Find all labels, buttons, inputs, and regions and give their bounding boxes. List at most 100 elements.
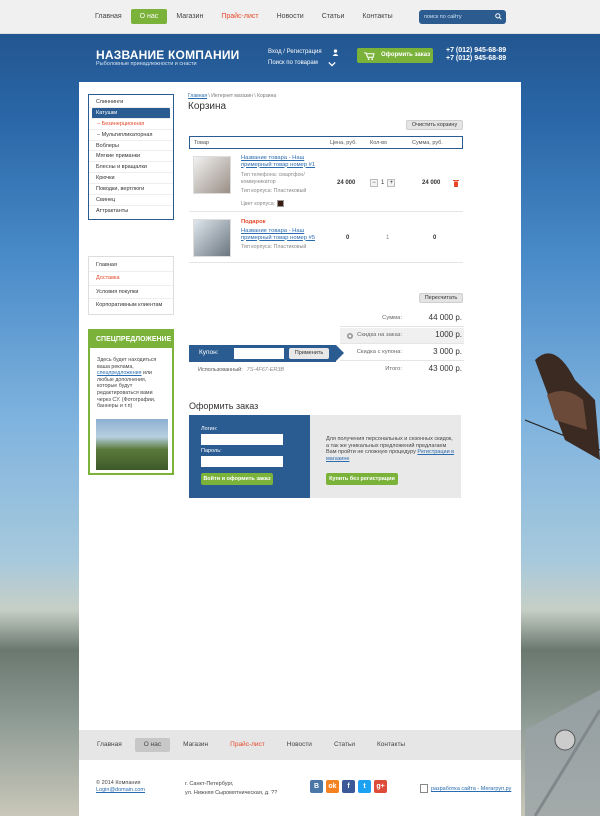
promo-block: СПЕЦПРЕДЛОЖЕНИЕ Здесь будет находиться в… [88,329,174,475]
clear-cart-button[interactable]: Очистить корзину [406,120,463,130]
login-checkout-button[interactable]: Войти и оформить заказ [201,473,273,485]
category-item[interactable]: Аттрактанты [89,206,173,217]
cart-row: Подарок Название товара - Наш примерный … [189,213,463,263]
checkout-button-label: Оформить заказ [381,52,431,58]
product-price: 0 [346,235,350,241]
login-form: Логин: Пароль: Войти и оформить заказ [189,415,310,498]
used-coupon-label: Использованный: [198,367,243,373]
col-product: Товар [194,140,209,146]
coupon-label: Купон: [199,349,219,356]
register-block: Для получения персональных и сезонных ск… [310,415,461,498]
password-label: Пароль: [201,448,222,454]
nav-pricelist[interactable]: Прайс-лист [212,9,267,24]
summary-label: Итого: [385,366,402,372]
summary-value: 1000 р. [435,330,462,339]
buy-without-registration-button[interactable]: Купить без регистрации [326,473,398,485]
product-sum: 24 000 [422,180,441,186]
footer-nav-articles[interactable]: Статьи [325,738,364,752]
footer-nav-shop[interactable]: Магазин [174,738,217,752]
info-item-active[interactable]: Доставка [89,272,173,286]
category-subitem[interactable]: – Безинерционная [89,119,173,130]
gift-label: Подарок [241,219,266,225]
company-tagline: Рыболовные принадлежности и снасти [96,61,197,67]
category-item[interactable]: Воблеры [89,141,173,152]
nav-about[interactable]: О нас [130,9,168,24]
qty-value[interactable]: 1 [381,180,384,186]
qty-minus-button[interactable]: − [370,179,378,187]
category-item[interactable]: Крючки [89,173,173,185]
top-nav: Главная О нас Магазин Прайс-лист Новости… [86,9,402,24]
login-field[interactable] [201,434,283,445]
category-item[interactable]: Поводки, вертлюги [89,184,173,196]
search-input[interactable]: поиск по сайту [419,10,506,24]
footer-nav-pricelist[interactable]: Прайс-лист [221,738,274,752]
product-name-link[interactable]: Название товара - Наш примерный товар но… [241,228,321,241]
category-item-active[interactable]: Катушки [92,107,170,119]
footer-email-link[interactable]: Login@domain.com [96,787,145,793]
cart-row: Название товара - Наш примерный товар но… [189,150,463,212]
remove-discount-icon[interactable] [347,333,353,339]
category-subitem[interactable]: – Мультипликаторная [89,130,173,141]
cart-icon [364,52,375,60]
category-item[interactable]: Свинец [89,195,173,206]
password-field[interactable] [201,456,283,467]
footer-nav: Главная О нас Магазин Прайс-лист Новости… [79,730,521,760]
info-item[interactable]: Главная [89,259,173,273]
nav-news[interactable]: Новости [268,9,313,24]
footer-nav-about[interactable]: О нас [134,738,171,752]
category-menu: Спиннинги Катушки – Безинерционная – Мул… [88,94,174,220]
trash-icon[interactable] [453,179,459,187]
product-name-link[interactable]: Название товара - Наш примерный товар но… [241,155,321,168]
nav-home[interactable]: Главная [86,9,131,24]
recalc-button[interactable]: Пересчитать [419,293,463,303]
qty-plus-button[interactable]: + [387,179,396,187]
facebook-icon[interactable]: f [342,780,355,793]
category-item[interactable]: Мягкие приманки [89,151,173,163]
footer-nav-home[interactable]: Главная [88,738,131,752]
col-qty: Кол-во [370,140,388,146]
login-link[interactable]: Вход / Регистрация [268,47,322,58]
vk-icon[interactable]: В [310,780,323,793]
nav-articles[interactable]: Статьи [313,9,354,24]
nav-shop[interactable]: Магазин [167,9,212,24]
summary-row: Скидка с купона: 3 000 р. [340,345,464,361]
color-swatch [277,200,285,207]
product-image[interactable] [193,219,231,257]
crumb-current: Корзина [257,93,277,99]
promo-text: Здесь будет находиться ваша реклама, спе… [97,357,157,410]
page-title: Корзина [188,101,227,112]
search-icon[interactable] [495,13,502,20]
search-goods-link[interactable]: Поиск по товарам [268,58,318,69]
coupon-apply-button[interactable]: Применить [289,348,329,359]
checkout-button[interactable]: Оформить заказ [357,48,433,63]
promo-image[interactable] [96,419,168,470]
coupon-input[interactable] [234,348,284,359]
developer-link[interactable]: разработка сайта - Мегагруп.ру [420,784,511,793]
google-plus-icon[interactable]: g+ [374,780,387,793]
breadcrumb: Главная \ Интернет магазин \ Корзина [188,93,277,99]
product-price: 24 000 [337,180,356,186]
category-item[interactable]: Блесны и вращалки [89,162,173,174]
chevron-down-icon[interactable] [328,61,336,67]
checkout-title: Оформить заказ [189,401,259,411]
product-image[interactable] [193,156,231,194]
company-name[interactable]: НАЗВАНИЕ КОМПАНИИ [96,48,239,62]
nav-contacts[interactable]: Контакты [353,9,401,24]
category-item[interactable]: Спиннинги [89,97,173,108]
summary-row: Сумма: 44 000 р. [340,311,464,327]
odnoklassniki-icon[interactable]: ok [326,780,339,793]
address-street: ул. Нижняя Сыромятническая, д. ?? [185,790,278,796]
total-value: 43 000 р. [428,364,462,373]
promo-link[interactable]: спецпредложения [97,370,142,376]
footer-nav-contacts[interactable]: Контакты [368,738,414,752]
crumb-home[interactable]: Главная [188,93,207,99]
crumb-shop[interactable]: Интернет магазин [211,93,253,99]
account-links: Вход / Регистрация Поиск по товарам [268,47,339,69]
twitter-icon[interactable]: t [358,780,371,793]
info-item[interactable]: Условия покупки [89,286,173,299]
footer-nav-news[interactable]: Новости [278,738,321,752]
quantity-stepper: − 1 + [370,179,396,187]
summary-value: 3 000 р. [433,347,462,356]
summary-row: Скидка на заказ: 1000 р. [340,328,464,344]
info-item[interactable]: Корпоративным клиентам [89,299,173,312]
